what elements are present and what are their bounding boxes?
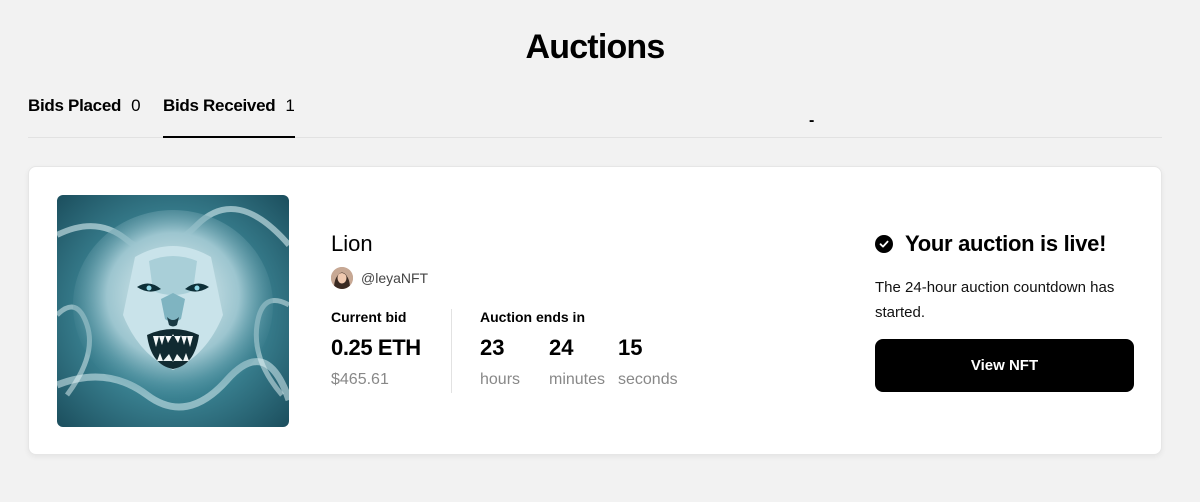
- status-title: Your auction is live!: [905, 231, 1107, 256]
- countdown-hours: 23 hours: [480, 335, 541, 389]
- status-description: The 24-hour auction countdown has starte…: [875, 279, 1115, 321]
- page-title: Auctions: [525, 28, 665, 66]
- countdown-minutes: 24 minutes: [549, 335, 610, 389]
- tab-count: 1: [285, 96, 295, 115]
- creator-avatar-icon: [331, 267, 353, 289]
- tab-count: 0: [131, 96, 141, 115]
- hours-value: 23: [480, 335, 505, 360]
- auction-status: Your auction is live! The 24-hour auctio…: [875, 231, 1135, 325]
- minutes-value: 24: [549, 335, 574, 360]
- separator-dash: -: [809, 112, 815, 129]
- tab-label: Bids Received: [163, 96, 276, 115]
- tab-bids-received[interactable]: Bids Received 1: [163, 96, 296, 138]
- seconds-unit: seconds: [618, 371, 678, 388]
- view-nft-button[interactable]: View NFT: [875, 339, 1134, 392]
- auction-tabs: Bids Placed 0 Bids Received 1: [28, 96, 1162, 138]
- divider: [451, 309, 452, 393]
- hours-unit: hours: [480, 371, 521, 388]
- minutes-unit: minutes: [549, 371, 606, 388]
- seconds-value: 15: [618, 335, 643, 360]
- auction-card: Lion @leyaNFT Current bid 0.25 ETH $465.…: [28, 166, 1162, 455]
- lion-artwork-icon: [57, 195, 289, 427]
- creator-handle: @leyaNFT: [361, 270, 429, 286]
- creator-link[interactable]: @leyaNFT: [331, 267, 428, 289]
- nft-name[interactable]: Lion: [331, 231, 373, 257]
- tab-label: Bids Placed: [28, 96, 122, 115]
- countdown-seconds: 15 seconds: [618, 335, 678, 389]
- current-bid-usd: $465.61: [331, 371, 389, 388]
- check-circle-icon: [875, 235, 893, 253]
- current-bid-block: Current bid 0.25 ETH $465.61: [331, 309, 421, 389]
- auction-countdown: Auction ends in 23 hours 24 minutes 15 s…: [480, 309, 686, 389]
- tab-bids-placed[interactable]: Bids Placed 0: [28, 96, 141, 137]
- countdown-label: Auction ends in: [480, 309, 585, 325]
- lion-artwork-image[interactable]: [57, 195, 289, 427]
- auctions-page: Auctions Bids Placed 0 Bids Received 1 -: [0, 0, 1200, 502]
- current-bid-eth: 0.25 ETH: [331, 335, 421, 360]
- current-bid-label: Current bid: [331, 309, 407, 325]
